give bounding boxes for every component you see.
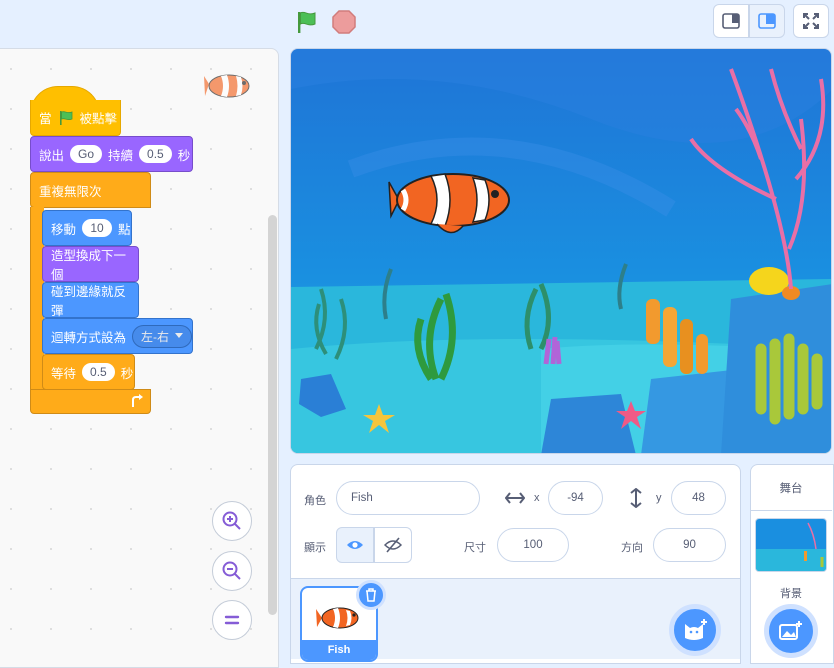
next-costume-block[interactable]: 造型換成下一個 [42, 246, 139, 282]
show-sprite-button[interactable] [336, 527, 374, 563]
when-label: 當 [39, 112, 52, 126]
bounce-on-edge-block[interactable]: 碰到邊緣就反彈 [42, 282, 139, 318]
forever-block-bottom [30, 389, 151, 414]
trash-icon [366, 588, 376, 602]
stop-button[interactable] [331, 9, 357, 35]
zoom-reset-button[interactable] [212, 600, 252, 640]
show-label: 顯示 [304, 542, 326, 554]
next-costume-label: 造型換成下一個 [51, 249, 127, 282]
stop-sign-icon [332, 10, 356, 34]
size-label: 尺寸 [464, 542, 486, 554]
move-steps-input[interactable]: 10 [82, 219, 113, 237]
fullscreen-button[interactable] [793, 4, 829, 38]
sprite-name-label: 角色 [304, 495, 326, 507]
secs-label: 秒 [177, 148, 191, 163]
zoom-in-icon [222, 511, 241, 530]
when-flag-clicked-block[interactable]: 當 被點擊 [30, 100, 121, 136]
cat-add-icon [685, 619, 707, 640]
green-flag-icon [298, 11, 316, 33]
move-label: 移動 [51, 222, 77, 237]
say-label: 說出 [39, 148, 65, 163]
sprite-name-input[interactable]: Fish [336, 481, 480, 515]
bounce-label: 碰到邊緣就反彈 [51, 285, 127, 318]
wait-label: 等待 [51, 366, 77, 381]
stage-header: 舞台 [750, 466, 832, 511]
rotation-style-value: 左-右 [141, 329, 169, 344]
eye-icon [347, 541, 363, 549]
wait-secs-input[interactable]: 0.5 [82, 363, 115, 381]
backdrop-thumbnail [756, 519, 826, 571]
x-position-icon [505, 492, 525, 504]
y-label: y [656, 492, 662, 504]
choose-sprite-button[interactable] [669, 604, 721, 656]
say-message-input[interactable]: Go [70, 145, 103, 163]
clicked-label: 被點擊 [79, 112, 118, 126]
fullscreen-icon [803, 13, 819, 29]
eye-hidden-icon [384, 537, 402, 553]
forever-label: 重複無限次 [39, 184, 102, 199]
green-flag-button[interactable] [294, 9, 320, 35]
choose-backdrop-button[interactable] [764, 604, 818, 658]
zoom-reset-icon [224, 615, 240, 625]
forever-block[interactable]: 重複無限次 [30, 172, 151, 208]
sprite-indicator-fish [203, 70, 259, 102]
y-position-icon [630, 488, 642, 508]
dropdown-arrow-icon [175, 333, 183, 338]
normal-stage-icon [758, 13, 776, 29]
hide-sprite-button[interactable] [374, 527, 412, 563]
wait-secs-block[interactable]: 等待 0.5 秒 [42, 354, 135, 390]
small-stage-icon [722, 13, 740, 29]
small-stage-button[interactable] [713, 4, 749, 38]
direction-label: 方向 [621, 542, 643, 554]
wait-secs-label: 秒 [120, 366, 134, 381]
x-position-input[interactable]: -94 [548, 481, 603, 515]
top-bar [0, 0, 834, 46]
zoom-in-button[interactable] [212, 501, 252, 541]
move-steps-block[interactable]: 移動 10 點 [42, 210, 132, 246]
x-label: x [534, 492, 540, 504]
backdrop-label: 背景 [780, 588, 802, 600]
say-for-secs-block[interactable]: 說出 Go 持續 0.5 秒 [30, 136, 193, 172]
zoom-out-button[interactable] [212, 551, 252, 591]
code-scrollbar[interactable] [268, 215, 277, 615]
for-label: 持續 [108, 148, 134, 163]
sprite-tile-name: Fish [302, 640, 376, 660]
zoom-out-icon [222, 561, 241, 580]
size-input[interactable]: 100 [497, 528, 569, 562]
steps-label: 點 [118, 222, 131, 237]
underwater-backdrop [291, 49, 831, 453]
normal-stage-button[interactable] [749, 4, 785, 38]
set-rotation-style-block[interactable]: 迴轉方式設為 左-右 [42, 318, 193, 354]
delete-sprite-button[interactable] [356, 580, 386, 610]
loop-arrow-icon [132, 394, 143, 407]
direction-input[interactable]: 90 [653, 528, 726, 562]
green-flag-icon [59, 110, 72, 125]
rotation-style-dropdown[interactable]: 左-右 [132, 324, 192, 348]
stage-canvas[interactable] [290, 48, 832, 454]
backdrop-add-icon [779, 621, 802, 640]
stage-thumbnail[interactable] [755, 518, 827, 572]
rotation-style-label: 迴轉方式設為 [51, 330, 127, 345]
y-position-input[interactable]: 48 [671, 481, 726, 515]
say-secs-input[interactable]: 0.5 [139, 145, 172, 163]
